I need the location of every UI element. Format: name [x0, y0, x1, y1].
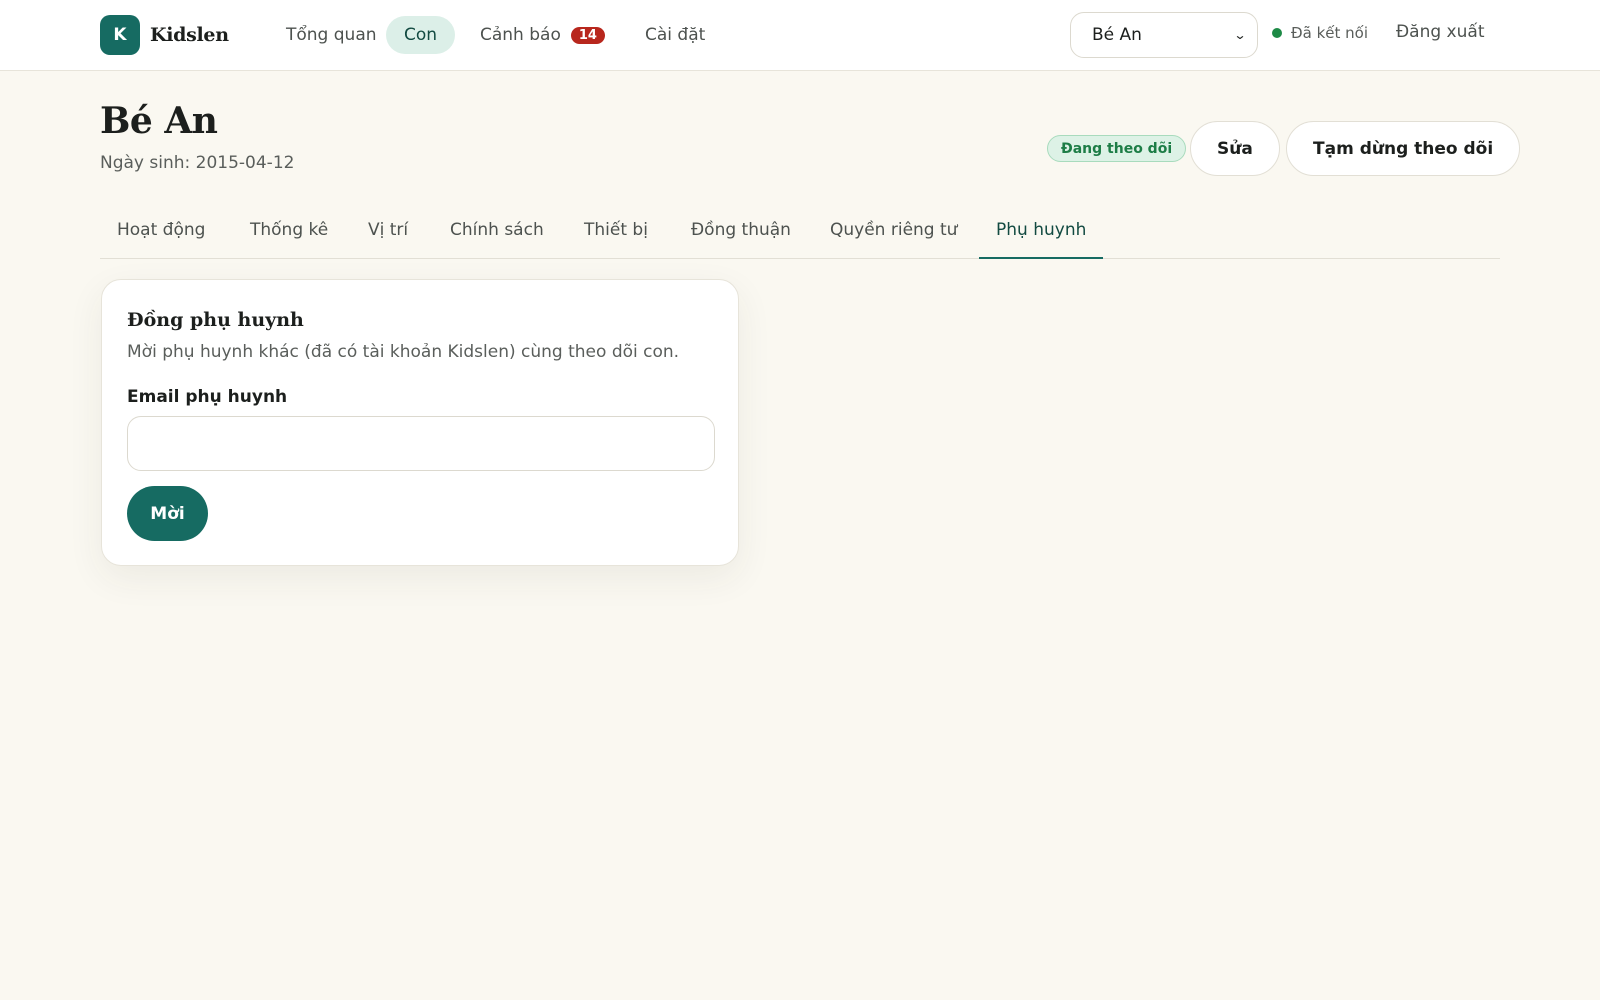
status-badge: Đang theo dõi	[1047, 135, 1187, 162]
nav-children[interactable]: Con	[386, 16, 456, 54]
email-label: Email phụ huynh	[127, 387, 288, 407]
child-tabs: Hoạt động Thống kê Vị trí Chính sách Thi…	[100, 210, 1500, 259]
alerts-count-badge: 14	[570, 26, 605, 44]
chevron-down-icon: ⌄	[1233, 28, 1247, 42]
edit-button[interactable]: Sửa	[1190, 121, 1280, 176]
nav-overview-label: Tổng quan	[286, 25, 377, 45]
tab-location[interactable]: Vị trí	[351, 210, 425, 259]
tab-statistics[interactable]: Thống kê	[233, 210, 345, 259]
nav-overview[interactable]: Tổng quan	[268, 16, 395, 54]
nav-settings-label: Cài đặt	[645, 25, 706, 45]
nav-alerts[interactable]: Cảnh báo 14	[462, 16, 623, 54]
nav-children-label: Con	[404, 25, 438, 45]
child-selector-value: Bé An	[1092, 25, 1142, 45]
tab-devices[interactable]: Thiết bị	[567, 210, 665, 259]
coparent-description: Mời phụ huynh khác (đã có tài khoản Kids…	[127, 342, 680, 362]
email-field[interactable]	[127, 416, 715, 471]
coparent-card: Đồng phụ huynh Mời phụ huynh khác (đã có…	[101, 279, 739, 566]
top-nav-bar: K Kidslen Tổng quan Con Cảnh báo 14 Cài …	[0, 0, 1600, 71]
pause-monitoring-button[interactable]: Tạm dừng theo dõi	[1286, 121, 1521, 176]
nav-settings[interactable]: Cài đặt	[627, 16, 723, 54]
brand-logo[interactable]: K Kidslen	[100, 15, 229, 55]
connected-dot-icon	[1272, 28, 1282, 38]
tab-policy[interactable]: Chính sách	[433, 210, 561, 259]
child-selector-dropdown[interactable]: Bé An ⌄	[1070, 12, 1258, 58]
brand-mark-icon: K	[100, 15, 140, 55]
nav-alerts-label: Cảnh báo	[480, 25, 561, 45]
connection-status: Đã kết nối	[1272, 24, 1368, 42]
logout-link[interactable]: Đăng xuất	[1396, 22, 1484, 42]
coparent-title: Đồng phụ huynh	[127, 309, 304, 331]
page-title: Bé An	[100, 100, 218, 142]
connection-status-label: Đã kết nối	[1291, 24, 1368, 42]
tab-parents[interactable]: Phụ huynh	[979, 210, 1104, 259]
tab-activity[interactable]: Hoạt động	[100, 210, 222, 259]
tab-privacy[interactable]: Quyền riêng tư	[813, 210, 974, 259]
child-birthdate: Ngày sinh: 2015-04-12	[100, 153, 295, 173]
tab-consent[interactable]: Đồng thuận	[674, 210, 808, 259]
invite-button[interactable]: Mời	[127, 486, 208, 541]
brand-name: Kidslen	[150, 24, 229, 46]
